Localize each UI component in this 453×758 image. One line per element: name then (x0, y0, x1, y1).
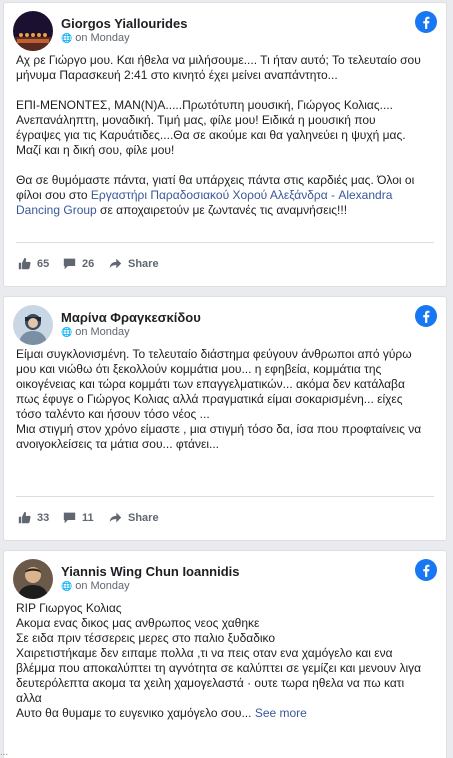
post-header: Μαρίνα Φραγκεσκίδου 🌐 on Monday (4, 297, 446, 347)
text-line: οικογένειας και τώρα κομμάτι των επαγγελ… (16, 377, 405, 391)
text-line: αλλα (16, 691, 42, 705)
text-line: Χαιρετιστήκαμε δεν ειπαμε πολλα ,τι να π… (16, 646, 393, 660)
share-icon (109, 512, 122, 523)
post-header: Yiannis Wing Chun Ioannidis 🌐 on Monday (4, 551, 446, 601)
post-text: Αχ ρε Γιώργο μου. Και ήθελα να μιλήσουμε… (4, 53, 446, 218)
group-link[interactable]: Εργαστήρι Παραδοσιακού Χορού Αλεξάνδρα -… (91, 188, 392, 202)
text-line: Αχ ρε Γιώργο μου. Και ήθελα να μιλήσουμε… (16, 53, 421, 67)
text-line: φίλοι σου στο Εργαστήρι Παραδοσιακού Χορ… (16, 188, 393, 202)
text-line: δευτερόλεπτα ακομα τα χειλη χαμογελαστά … (16, 676, 405, 690)
post-actions: 33 11 Share (16, 496, 434, 540)
text-line: Είμαι συγκλονισμένη. Το τελευταίο διάστη… (16, 347, 412, 361)
text-line: μου και νιώθω ότι ξεκολλούν κομμάτια μου… (16, 362, 382, 376)
facebook-icon[interactable] (415, 11, 437, 33)
text-line: Ακομα ενας δικος μας ανθρωπος νεος χαθηκ… (16, 616, 260, 630)
post-date: 🌐 on Monday (61, 326, 130, 339)
text-line: τόσο ταλέντο και ήσουν τόσο νέος ... (16, 407, 210, 421)
see-more-link[interactable]: See more (255, 706, 307, 720)
post-card: Giorgos Yiallourides 🌐 on Monday Αχ ρε Γι… (3, 2, 447, 287)
thumbs-up-icon (18, 511, 31, 524)
post-text: Είμαι συγκλονισμένη. Το τελευταίο διάστη… (4, 347, 446, 452)
text-line: έγραψες για τις Καρυάτιδες....Θα σε ακού… (16, 128, 406, 142)
post-actions: 65 26 Share (16, 242, 434, 286)
text-line: Σε ειδα πριν τέσσερεις μερες στο παλιο ξ… (16, 631, 276, 645)
text-line: πως έφυγε ο Γιώργος Κολιας αλλά πραγματι… (16, 392, 403, 406)
text-line: μήνυμα Παρασκευή 2:41 στο κινητό έχει με… (16, 68, 338, 82)
text-line: Μια στιγμή στον χρόνο είμαστε , μια στιγ… (16, 422, 422, 436)
avatar[interactable] (13, 11, 53, 51)
avatar[interactable] (13, 305, 53, 345)
globe-icon: 🌐 (61, 580, 73, 591)
post-date: 🌐 on Monday (61, 580, 130, 593)
post-card: Yiannis Wing Chun Ioannidis 🌐 on Monday R… (3, 550, 447, 758)
text-line: Ανεπανάληπτη, μοναδική. Τιμή μας, φίλε μ… (16, 113, 376, 127)
text-line: ανοιγοκλείσεις τα μάτια σου... φτάνει... (16, 437, 219, 451)
author-name[interactable]: Μαρίνα Φραγκεσκίδου (61, 310, 201, 325)
comment-button[interactable]: 11 (63, 511, 94, 524)
ellipsis-indicator: ... (0, 747, 9, 758)
text-line: βλέμμα που αποκαλύπτει τη αγνότητα σε κα… (16, 661, 422, 675)
comment-icon (63, 512, 76, 524)
share-button[interactable]: Share (109, 257, 159, 270)
share-button[interactable]: Share (109, 511, 159, 524)
globe-icon: 🌐 (61, 32, 73, 43)
like-button[interactable]: 33 (18, 511, 49, 524)
globe-icon: 🌐 (61, 326, 73, 337)
text-line: RIP Γιωργος Κολιας (16, 601, 122, 615)
post-card: Μαρίνα Φραγκεσκίδου 🌐 on Monday Είμαι συγ… (3, 296, 447, 541)
facebook-icon[interactable] (415, 305, 437, 327)
text-line: Θα σε θυμόμαστε πάντα, γιατί θα υπάρχεις… (16, 173, 415, 187)
like-button[interactable]: 65 (18, 257, 49, 270)
author-name[interactable]: Giorgos Yiallourides (61, 16, 187, 31)
text-line: ΕΠΙ-ΜΕΝΟΝΤΕΣ, ΜΑΝ(Ν)Α.....Πρωτότυπη μουσ… (16, 98, 393, 112)
post-date: 🌐 on Monday (61, 32, 130, 45)
group-link-cont[interactable]: Dancing Group (16, 203, 97, 217)
author-name[interactable]: Yiannis Wing Chun Ioannidis (61, 564, 240, 579)
comment-icon (63, 258, 76, 270)
post-text: RIP Γιωργος Κολιας Ακομα ενας δικος μας … (4, 601, 446, 721)
text-line: Μαζί και η δική σου, φίλε μου! (16, 143, 175, 157)
comment-button[interactable]: 26 (63, 257, 94, 270)
text-line: Dancing Group σε αποχαιρετούν με ζωντανέ… (16, 203, 348, 217)
post-header: Giorgos Yiallourides 🌐 on Monday (4, 3, 446, 53)
avatar[interactable] (13, 559, 53, 599)
thumbs-up-icon (18, 257, 31, 270)
text-line: Αυτο θα θυμαμε το ευγενικο χαμόγελο σου.… (16, 706, 307, 720)
share-icon (109, 258, 122, 269)
facebook-icon[interactable] (415, 559, 437, 581)
